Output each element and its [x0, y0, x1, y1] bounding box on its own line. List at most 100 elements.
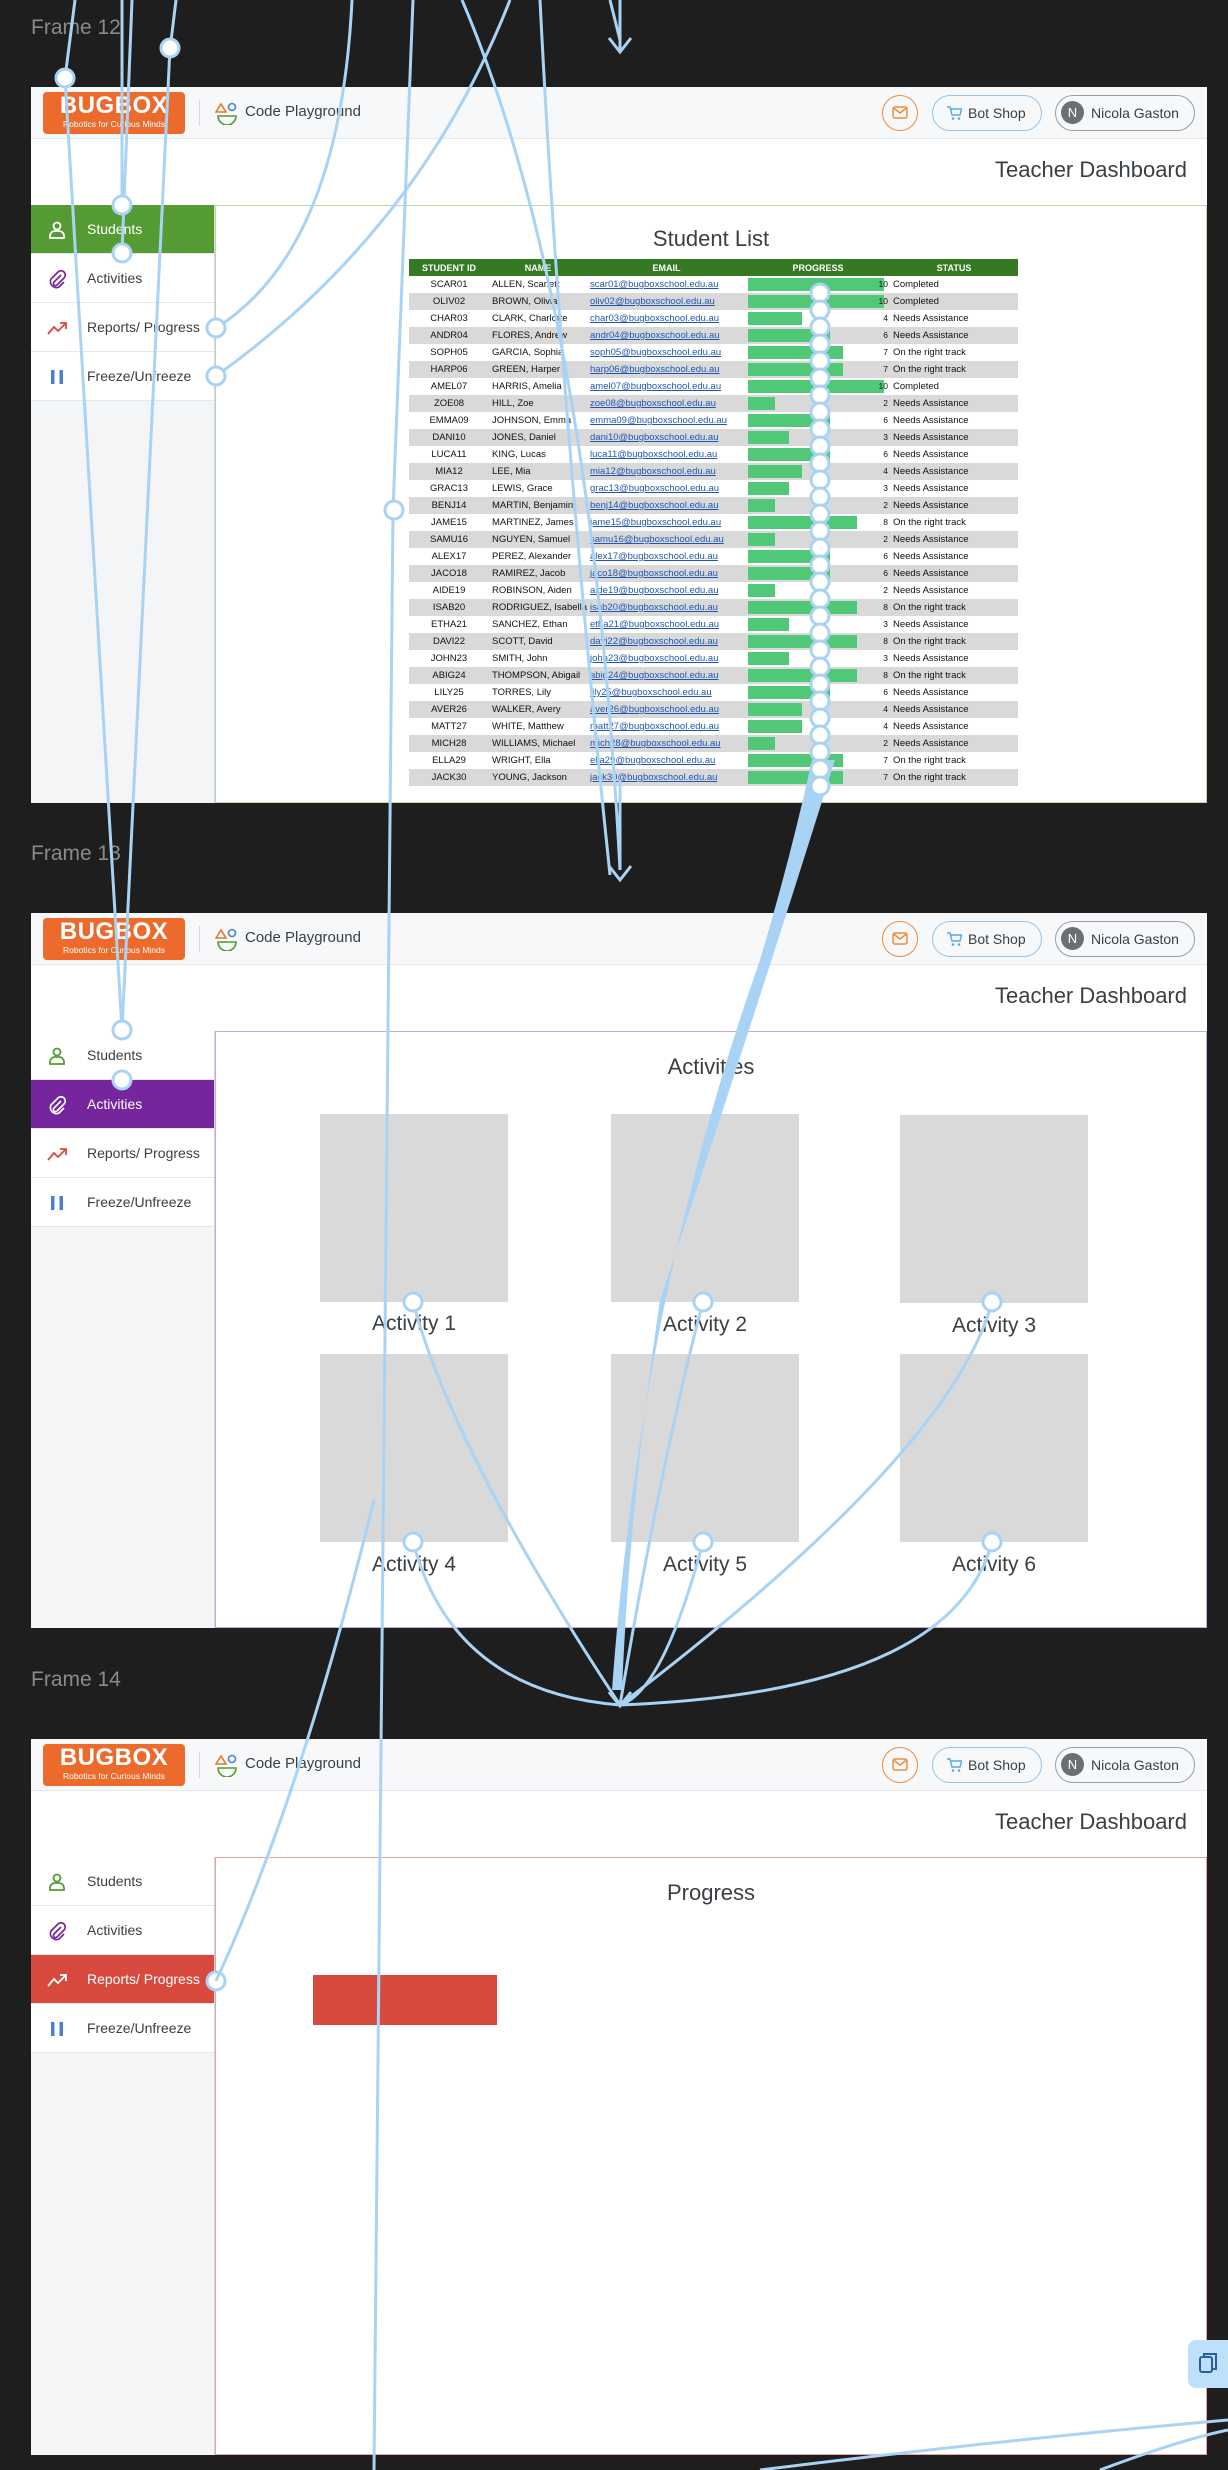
student-email-link[interactable]: dani10@bugboxschool.edu.au: [587, 429, 746, 446]
table-row[interactable]: MIA12 LEE, Mia mia12@bugboxschool.edu.au 4 N…: [409, 463, 1018, 480]
table-row[interactable]: SAMU16 NGUYEN, Samuel samu16@bugboxschool.…: [409, 531, 1018, 548]
column-header-name[interactable]: NAME: [489, 259, 587, 276]
student-email-link[interactable]: oliv02@bugboxschool.edu.au: [587, 293, 746, 310]
sidebar-item-students[interactable]: Students: [31, 1031, 214, 1080]
code-playground-link[interactable]: Code Playground: [245, 1755, 361, 1772]
activity-label[interactable]: Activity 6: [900, 1553, 1088, 1577]
column-header-status[interactable]: STATUS: [890, 259, 1018, 276]
column-header-id[interactable]: STUDENT ID: [409, 259, 489, 276]
bot-shop-button[interactable]: Bot Shop: [932, 1747, 1042, 1783]
student-email-link[interactable]: mich28@bugboxschool.edu.au: [587, 735, 746, 752]
table-row[interactable]: DAVI22 SCOTT, David davi22@bugboxschool.ed…: [409, 633, 1018, 650]
user-menu-button[interactable]: N Nicola Gaston: [1055, 95, 1195, 131]
student-email-link[interactable]: samu16@bugboxschool.edu.au: [587, 531, 746, 548]
activity-card[interactable]: [611, 1114, 799, 1302]
student-email-link[interactable]: davi22@bugboxschool.edu.au: [587, 633, 746, 650]
activity-label[interactable]: Activity 4: [320, 1553, 508, 1577]
table-row[interactable]: GRAC13 LEWIS, Grace grac13@bugboxschool.ed…: [409, 480, 1018, 497]
student-email-link[interactable]: jaco18@bugboxschool.edu.au: [587, 565, 746, 582]
sidebar-item-freeze-unfreeze[interactable]: Freeze/Unfreeze: [31, 2004, 214, 2053]
table-row[interactable]: SCAR01 ALLEN, Scarlett scar01@bugboxschool…: [409, 276, 1018, 293]
table-row[interactable]: LILY25 TORRES, Lily lily25@bugboxschool.ed…: [409, 684, 1018, 701]
table-row[interactable]: MATT27 WHITE, Matthew matt27@bugboxschool.…: [409, 718, 1018, 735]
code-playground-link[interactable]: Code Playground: [245, 103, 361, 120]
activity-label[interactable]: Activity 5: [611, 1553, 799, 1577]
student-email-link[interactable]: etha21@bugboxschool.edu.au: [587, 616, 746, 633]
bugbox-logo[interactable]: BUGBOX Robotics for Curious Minds: [43, 92, 185, 134]
sidebar-item-students[interactable]: Students: [31, 1857, 214, 1906]
table-row[interactable]: SOPH05 GARCIA, Sophia soph05@bugboxschool.…: [409, 344, 1018, 361]
student-email-link[interactable]: scar01@bugboxschool.edu.au: [587, 276, 746, 293]
student-email-link[interactable]: alex17@bugboxschool.edu.au: [587, 548, 746, 565]
table-row[interactable]: ELLA29 WRIGHT, Ella ella29@bugboxschool.ed…: [409, 752, 1018, 769]
student-email-link[interactable]: mia12@bugboxschool.edu.au: [587, 463, 746, 480]
table-row[interactable]: JACK30 YOUNG, Jackson jack30@bugboxschool.…: [409, 769, 1018, 786]
student-email-link[interactable]: harp06@bugboxschool.edu.au: [587, 361, 746, 378]
student-email-link[interactable]: aver26@bugboxschool.edu.au: [587, 701, 746, 718]
table-row[interactable]: ISAB20 RODRIGUEZ, Isabella isab20@bugboxsc…: [409, 599, 1018, 616]
table-row[interactable]: OLIV02 BROWN, Olivia oliv02@bugboxschool.e…: [409, 293, 1018, 310]
table-row[interactable]: ABIG24 THOMPSON, Abigail abig24@bugboxscho…: [409, 667, 1018, 684]
sidebar-item-reports-progress[interactable]: Reports/ Progress: [31, 1955, 214, 2004]
connection-handle[interactable]: [159, 37, 181, 59]
student-email-link[interactable]: emma09@bugboxschool.edu.au: [587, 412, 746, 429]
sidebar-item-activities[interactable]: Activities: [31, 1080, 214, 1129]
activity-card[interactable]: [900, 1354, 1088, 1542]
mail-button[interactable]: [882, 1747, 918, 1783]
sidebar-item-activities[interactable]: Activities: [31, 254, 214, 303]
bugbox-logo[interactable]: BUGBOX Robotics for Curious Minds: [43, 1744, 185, 1786]
student-email-link[interactable]: andr04@bugboxschool.edu.au: [587, 327, 746, 344]
table-row[interactable]: AMEL07 HARRIS, Amelia amel07@bugboxschool.…: [409, 378, 1018, 395]
table-row[interactable]: AIDE19 ROBINSON, Aiden aide19@bugboxschool…: [409, 582, 1018, 599]
bot-shop-button[interactable]: Bot Shop: [932, 921, 1042, 957]
table-row[interactable]: ETHA21 SANCHEZ, Ethan etha21@bugboxschool.…: [409, 616, 1018, 633]
student-email-link[interactable]: grac13@bugboxschool.edu.au: [587, 480, 746, 497]
student-email-link[interactable]: john23@bugboxschool.edu.au: [587, 650, 746, 667]
activity-label[interactable]: Activity 2: [611, 1313, 799, 1337]
student-email-link[interactable]: luca11@bugboxschool.edu.au: [587, 446, 746, 463]
bugbox-logo[interactable]: BUGBOX Robotics for Curious Minds: [43, 918, 185, 960]
table-row[interactable]: EMMA09 JOHNSON, Emma emma09@bugboxschool.e…: [409, 412, 1018, 429]
sidebar-item-freeze-unfreeze[interactable]: Freeze/Unfreeze: [31, 1178, 214, 1227]
sidebar-item-freeze-unfreeze[interactable]: Freeze/Unfreeze: [31, 352, 214, 401]
table-row[interactable]: CHAR03 CLARK, Charlotte char03@bugboxschoo…: [409, 310, 1018, 327]
student-email-link[interactable]: benj14@bugboxschool.edu.au: [587, 497, 746, 514]
student-email-link[interactable]: abig24@bugboxschool.edu.au: [587, 667, 746, 684]
table-row[interactable]: JAME15 MARTINEZ, James jame15@bugboxschool…: [409, 514, 1018, 531]
activity-card[interactable]: [900, 1115, 1088, 1303]
copy-button[interactable]: [1188, 2340, 1228, 2388]
table-row[interactable]: AVER26 WALKER, Avery aver26@bugboxschool.e…: [409, 701, 1018, 718]
table-row[interactable]: ALEX17 PEREZ, Alexander alex17@bugboxschoo…: [409, 548, 1018, 565]
column-header-progress[interactable]: PROGRESS: [746, 259, 890, 276]
column-header-email[interactable]: EMAIL: [587, 259, 746, 276]
connection-handle[interactable]: [54, 67, 76, 89]
mail-button[interactable]: [882, 95, 918, 131]
code-playground-link[interactable]: Code Playground: [245, 929, 361, 946]
student-email-link[interactable]: jack30@bugboxschool.edu.au: [587, 769, 746, 786]
activity-label[interactable]: Activity 3: [900, 1314, 1088, 1338]
table-row[interactable]: BENJ14 MARTIN, Benjamin benj14@bugboxschoo…: [409, 497, 1018, 514]
table-row[interactable]: HARP06 GREEN, Harper harp06@bugboxschool.e…: [409, 361, 1018, 378]
student-email-link[interactable]: jame15@bugboxschool.edu.au: [587, 514, 746, 531]
table-row[interactable]: MICH28 WILLIAMS, Michael mich28@bugboxscho…: [409, 735, 1018, 752]
activity-card[interactable]: [320, 1114, 508, 1302]
student-email-link[interactable]: matt27@bugboxschool.edu.au: [587, 718, 746, 735]
table-row[interactable]: JOHN23 SMITH, John john23@bugboxschool.edu…: [409, 650, 1018, 667]
user-menu-button[interactable]: N Nicola Gaston: [1055, 1747, 1195, 1783]
activity-card[interactable]: [611, 1354, 799, 1542]
student-email-link[interactable]: lily25@bugboxschool.edu.au: [587, 684, 746, 701]
student-email-link[interactable]: zoe08@bugboxschool.edu.au: [587, 395, 746, 412]
table-row[interactable]: LUCA11 KING, Lucas luca11@bugboxschool.edu…: [409, 446, 1018, 463]
student-email-link[interactable]: isab20@bugboxschool.edu.au: [587, 599, 746, 616]
sidebar-item-students[interactable]: Students: [31, 205, 214, 254]
student-email-link[interactable]: ella29@bugboxschool.edu.au: [587, 752, 746, 769]
activity-label[interactable]: Activity 1: [320, 1312, 508, 1336]
table-row[interactable]: ZOE08 HILL, Zoe zoe08@bugboxschool.edu.au 2…: [409, 395, 1018, 412]
user-menu-button[interactable]: N Nicola Gaston: [1055, 921, 1195, 957]
mail-button[interactable]: [882, 921, 918, 957]
student-email-link[interactable]: amel07@bugboxschool.edu.au: [587, 378, 746, 395]
bot-shop-button[interactable]: Bot Shop: [932, 95, 1042, 131]
sidebar-item-reports-progress[interactable]: Reports/ Progress: [31, 303, 214, 352]
sidebar-item-reports-progress[interactable]: Reports/ Progress: [31, 1129, 214, 1178]
table-row[interactable]: JACO18 RAMIREZ, Jacob jaco18@bugboxschool.…: [409, 565, 1018, 582]
